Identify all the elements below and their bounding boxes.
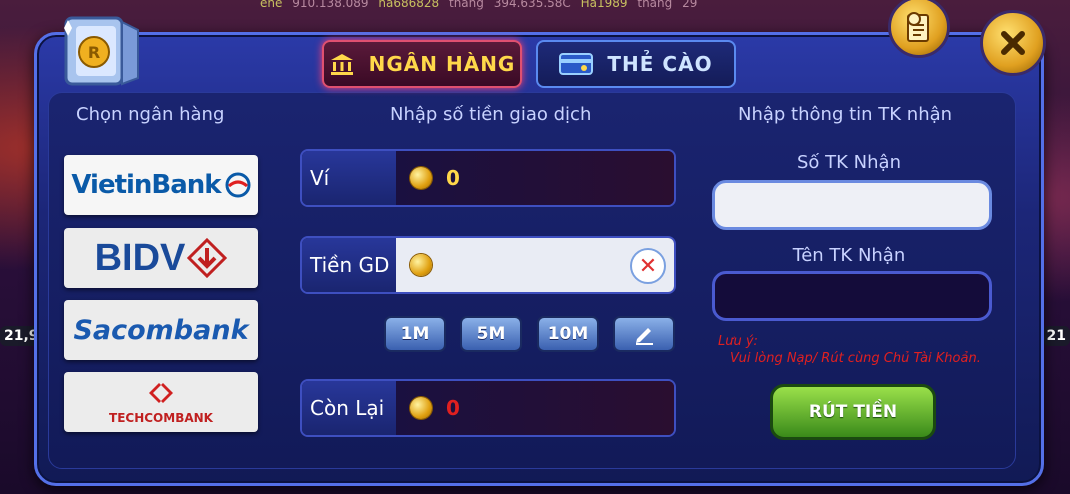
bank-name: Sacombank: [73, 314, 249, 346]
ticker-user: Ha1989: [580, 0, 628, 10]
pencil-icon: [636, 328, 653, 345]
bank-option-bidv[interactable]: BIDV: [64, 228, 258, 288]
quick-amount-1m-button[interactable]: 1M: [384, 316, 446, 352]
ticker-amount: 394.635.58C: [493, 0, 571, 10]
receiver-column-title: Nhập thông tin TK nhận: [738, 104, 953, 125]
ticker-suffix: thắng: [448, 0, 484, 10]
techcombank-logo-icon: [149, 383, 173, 403]
side-jackpot-right: 21: [1042, 326, 1070, 346]
remaining-value: 0: [446, 396, 460, 420]
card-icon: [559, 53, 594, 75]
amount-column-title: Nhập số tiền giao dịch: [390, 104, 592, 125]
edit-amount-button[interactable]: [613, 316, 675, 352]
ticker-suffix: thắng: [637, 0, 673, 10]
note-title: Lưu ý:: [718, 334, 758, 349]
quick-amount-10m-button[interactable]: 10M: [537, 316, 599, 352]
amount-label: Tiền GD: [302, 238, 404, 292]
wallet-field: Ví 0: [300, 149, 676, 207]
coin-icon: [410, 397, 432, 419]
tab-bank[interactable]: NGÂN HÀNG: [322, 40, 522, 88]
note-text: Vui lòng Nạp/ Rút cùng Chủ Tài Khoản.: [730, 351, 981, 366]
ticker-user: ha686828: [378, 0, 440, 10]
bank-icon: [330, 54, 353, 75]
wallet-label: Ví: [302, 151, 404, 205]
remaining-field: Còn Lại 0: [300, 379, 676, 437]
bank-name: TECHCOMBANK: [109, 411, 213, 425]
close-icon: [1001, 31, 1025, 55]
close-icon: ✕: [638, 253, 658, 279]
ticker-user: ene: [260, 0, 283, 10]
remaining-label: Còn Lại: [302, 381, 404, 435]
account-number-label: Số TK Nhận: [797, 152, 901, 173]
vault-icon: R: [64, 16, 139, 86]
ticker-amount: 910.138.089: [292, 0, 369, 10]
wallet-value: 0: [446, 166, 460, 190]
ticker-amount: 29: [682, 0, 698, 10]
vietinbank-logo-icon: [225, 172, 251, 198]
tab-bank-label: NGÂN HÀNG: [368, 52, 516, 76]
bank-option-sacombank[interactable]: Sacombank: [64, 300, 258, 360]
quick-amount-5m-button[interactable]: 5M: [460, 316, 522, 352]
amount-input[interactable]: ✕: [396, 238, 674, 292]
close-button[interactable]: [980, 10, 1046, 76]
coin-icon: [410, 167, 432, 189]
coin-icon: [410, 254, 432, 276]
bank-name: VietinBank: [71, 170, 221, 200]
history-icon: [907, 12, 929, 42]
wallet-value-box: 0: [396, 151, 674, 205]
account-name-label: Tên TK Nhận: [792, 245, 906, 266]
bank-name: BIDV: [94, 236, 186, 279]
account-number-input[interactable]: [712, 180, 992, 230]
svg-text:R: R: [88, 43, 100, 62]
account-name-input[interactable]: [712, 271, 992, 321]
bank-option-techcombank[interactable]: TECHCOMBANK: [64, 372, 258, 432]
bidv-logo-icon: [187, 238, 228, 278]
clear-amount-button[interactable]: ✕: [630, 248, 666, 284]
remaining-value-box: 0: [396, 381, 674, 435]
transaction-amount-field: Tiền GD ✕: [300, 236, 676, 294]
bank-option-vietinbank[interactable]: VietinBank: [64, 155, 258, 215]
tab-card-label: THẺ CÀO: [607, 52, 713, 76]
tab-scratch-card[interactable]: THẺ CÀO: [536, 40, 736, 88]
banks-column-title: Chọn ngân hàng: [76, 104, 225, 125]
winner-ticker: ene 910.138.089 ha686828 thắng 394.635.5…: [260, 0, 840, 10]
withdraw-button[interactable]: RÚT TIỀN: [770, 384, 936, 440]
